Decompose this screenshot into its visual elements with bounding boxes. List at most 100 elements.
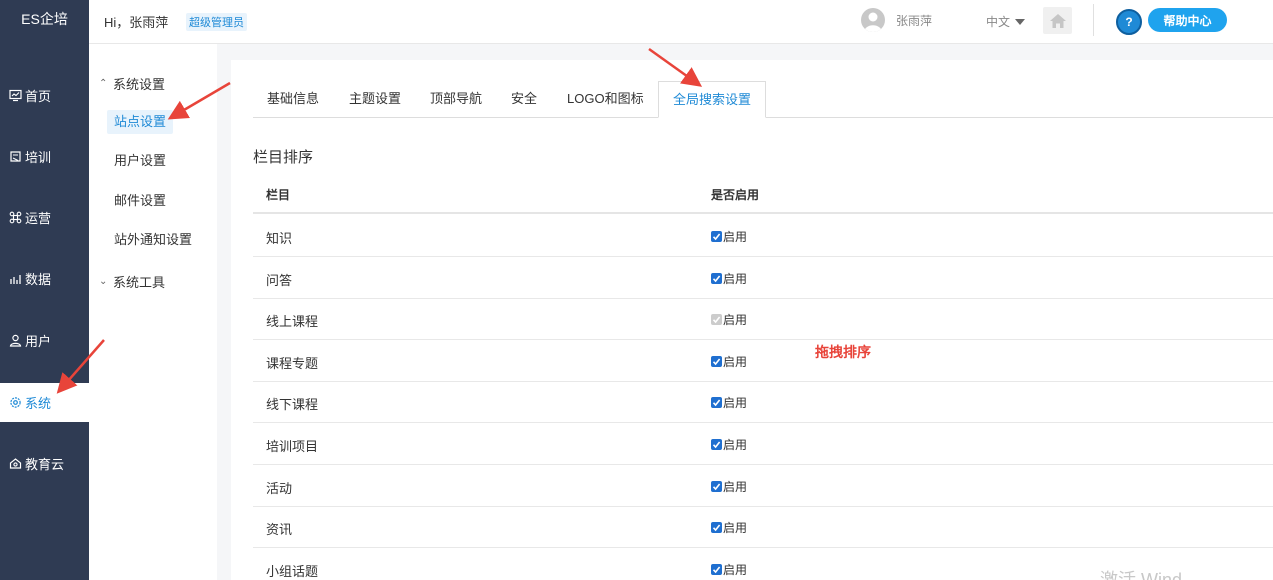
enable-checkbox[interactable] <box>711 439 722 450</box>
chart-icon <box>8 272 22 286</box>
tab-global-search-settings[interactable]: 全局搜索设置 <box>658 81 767 118</box>
group-system-tools[interactable]: ⌄ 系统工具 <box>99 272 165 291</box>
enable-checkbox[interactable] <box>711 480 722 492</box>
main-sidebar: ES企培 首页 培训 运营 数据 用户 系统 教育云 <box>0 0 89 580</box>
nav-item-data[interactable]: 数据 <box>0 259 89 298</box>
language-label: 中文 <box>986 15 1011 29</box>
subnav-item-user-settings[interactable]: 用户设置 <box>107 149 173 173</box>
enable-checkbox-label[interactable]: 启用 <box>711 228 747 245</box>
settings-tabs: 基础信息 主题设置 顶部导航 安全 LOGO和图标 全局搜索设置 <box>253 81 1273 118</box>
chevron-down-icon <box>1015 18 1026 25</box>
column-name: 问答 <box>266 272 293 288</box>
settings-sidebar: ⌃ 系统设置 站点设置 用户设置 邮件设置 站外通知设置 ⌄ 系统工具 <box>89 44 217 580</box>
column-name: 线下课程 <box>266 397 319 413</box>
nav-item-label: 首页 <box>25 89 52 104</box>
role-badge: 超级管理员 <box>186 13 247 31</box>
column-name: 资讯 <box>266 522 293 538</box>
nav-item-education-cloud[interactable]: 教育云 <box>0 444 89 483</box>
chevron-down-icon: ⌄ <box>99 276 108 287</box>
avatar[interactable] <box>861 8 885 32</box>
nav-item-label: 运营 <box>25 211 52 226</box>
table-row[interactable]: 培训项目 启用 <box>253 424 1273 465</box>
table-row[interactable]: 问答 启用 <box>253 258 1273 299</box>
tab-basic-info[interactable]: 基础信息 <box>267 81 319 118</box>
command-icon <box>8 211 22 225</box>
brand-logo[interactable]: ES企培 <box>0 0 89 44</box>
enable-checkbox[interactable] <box>711 522 722 534</box>
nav-item-system[interactable]: 系统 <box>0 383 89 422</box>
home-icon <box>1049 13 1066 28</box>
nav-item-home[interactable]: 首页 <box>0 76 89 115</box>
chevron-up-icon: ⌃ <box>99 78 108 89</box>
table-row[interactable]: 线上课程 启用 <box>253 299 1273 341</box>
tab-security[interactable]: 安全 <box>511 81 537 118</box>
table-header: 栏目 是否启用 <box>253 174 1273 214</box>
home-button[interactable] <box>1043 7 1072 34</box>
windows-activation-watermark: 激活 Wind <box>1100 570 1183 580</box>
enable-checkbox-label[interactable]: 启用 <box>711 353 747 370</box>
nav-item-label: 教育云 <box>25 457 65 472</box>
nav-item-label: 用户 <box>25 334 52 349</box>
tab-logo-icons[interactable]: LOGO和图标 <box>567 81 644 118</box>
tab-theme-settings[interactable]: 主题设置 <box>349 81 401 118</box>
nav-item-label: 系统 <box>25 396 52 411</box>
enable-label: 启用 <box>723 521 748 536</box>
table-row[interactable]: 线下课程 启用 <box>253 382 1273 424</box>
enable-checkbox[interactable] <box>711 355 722 367</box>
section-title: 栏目排序 <box>253 149 314 166</box>
drag-sort-annotation: 拖拽排序 <box>815 344 871 360</box>
enable-checkbox <box>711 314 722 326</box>
language-select[interactable]: 中文 <box>986 13 1026 30</box>
subnav-item-site-settings[interactable]: 站点设置 <box>107 110 174 134</box>
enable-checkbox-label[interactable]: 启用 <box>711 394 747 411</box>
column-name: 课程专题 <box>266 355 319 371</box>
enable-checkbox-label: 启用 <box>711 311 747 328</box>
table-row[interactable]: 资讯 启用 <box>253 507 1273 549</box>
username-link[interactable]: 张雨萍 <box>896 12 932 29</box>
column-name: 培训项目 <box>266 439 319 454</box>
enable-checkbox-label[interactable]: 启用 <box>711 561 747 578</box>
cloud-icon <box>8 457 22 471</box>
group-system-settings[interactable]: ⌃ 系统设置 <box>99 74 165 93</box>
book-icon <box>8 150 22 164</box>
column-name: 知识 <box>266 231 293 246</box>
enable-label: 启用 <box>723 479 748 494</box>
enable-checkbox-label[interactable]: 启用 <box>711 436 747 453</box>
column-header-enabled: 是否启用 <box>711 188 760 202</box>
nav-item-operations[interactable]: 运营 <box>0 198 89 237</box>
column-name: 活动 <box>266 480 293 496</box>
enable-checkbox[interactable] <box>711 397 722 409</box>
enable-label: 启用 <box>723 562 748 577</box>
group-label: 系统设置 <box>113 77 166 92</box>
nav-item-label: 培训 <box>25 150 52 165</box>
table-row[interactable]: 活动 启用 <box>253 466 1273 507</box>
enable-label: 启用 <box>723 396 748 411</box>
column-header-name: 栏目 <box>266 188 291 202</box>
enable-label: 启用 <box>723 438 748 452</box>
nav-item-training[interactable]: 培训 <box>0 137 89 176</box>
enable-checkbox-label[interactable]: 启用 <box>711 478 747 495</box>
subnav-item-external-notify-settings[interactable]: 站外通知设置 <box>107 228 199 252</box>
nav-item-users[interactable]: 用户 <box>0 321 89 360</box>
subnav-item-mail-settings[interactable]: 邮件设置 <box>107 189 173 213</box>
main-panel: 基础信息 主题设置 顶部导航 安全 LOGO和图标 全局搜索设置 栏目排序 栏目… <box>231 60 1273 580</box>
group-label: 系统工具 <box>113 275 166 290</box>
tab-top-navigation[interactable]: 顶部导航 <box>430 81 482 118</box>
greeting-text: Hi，张雨萍 <box>104 15 169 30</box>
help-icon[interactable]: ? <box>1116 9 1142 35</box>
enable-label: 启用 <box>723 354 748 369</box>
enable-label: 启用 <box>723 230 748 244</box>
top-header: Hi，张雨萍 超级管理员 张雨萍 中文 ? 帮助中心 <box>89 0 1273 44</box>
enable-checkbox-label[interactable]: 启用 <box>711 519 747 536</box>
help-center-button[interactable]: 帮助中心 <box>1148 8 1227 32</box>
enable-label: 启用 <box>723 271 748 286</box>
table-row[interactable]: 知识 启用 <box>253 216 1273 257</box>
nav-item-label: 数据 <box>25 272 52 287</box>
enable-checkbox[interactable] <box>711 272 722 284</box>
table-row[interactable]: 课程专题 启用 <box>253 341 1273 382</box>
enable-checkbox[interactable] <box>711 231 722 242</box>
header-divider <box>1093 4 1094 36</box>
dashboard-icon <box>8 89 22 103</box>
enable-checkbox-label[interactable]: 启用 <box>711 270 747 287</box>
enable-checkbox[interactable] <box>711 563 722 575</box>
